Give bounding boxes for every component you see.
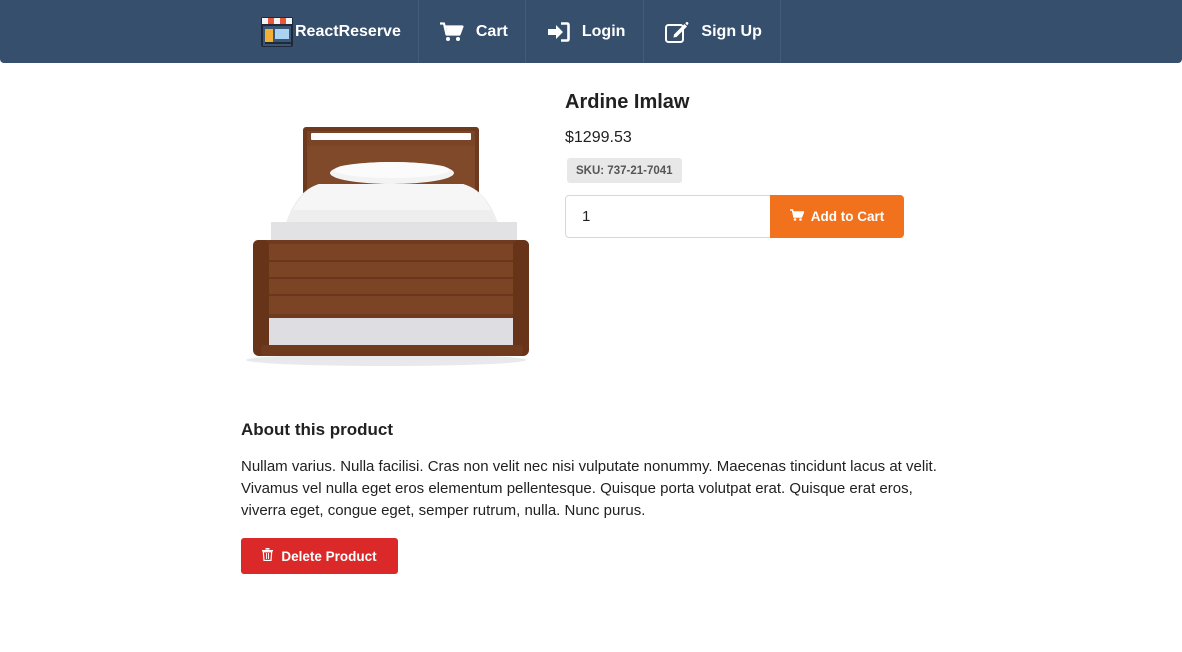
- nav-item-signup[interactable]: Sign Up: [644, 0, 781, 63]
- nav-item-signup-label: Sign Up: [701, 22, 762, 40]
- product-title: Ardine Imlaw: [565, 91, 690, 113]
- edit-icon: [665, 21, 689, 43]
- delete-product-label: Delete Product: [281, 548, 377, 564]
- delete-product-button[interactable]: Delete Product: [241, 538, 398, 574]
- add-to-cart-button[interactable]: Add to Cart: [770, 195, 904, 238]
- nav-item-cart[interactable]: Cart: [419, 0, 526, 63]
- storefront-logo-icon: [260, 16, 294, 48]
- trash-icon: [262, 548, 274, 564]
- sign-in-icon: [547, 21, 570, 42]
- navbar: ReactReserve Cart Login Sign Up: [0, 0, 1182, 63]
- product-image: [241, 110, 541, 393]
- product-price: $1299.53: [565, 129, 632, 146]
- about-heading: About this product: [241, 420, 394, 439]
- nav-item-login-label: Login: [581, 22, 626, 40]
- add-to-cart-label: Add to Cart: [810, 209, 885, 224]
- sku-badge: SKU: 737-21-7041: [567, 158, 682, 183]
- cart-plus-icon: [789, 209, 805, 224]
- brand-label: ReactReserve: [295, 22, 401, 40]
- quantity-input[interactable]: [565, 195, 771, 238]
- nav-item-login[interactable]: Login: [526, 0, 645, 63]
- nav-menu: ReactReserve Cart Login Sign Up: [241, 0, 781, 63]
- nav-item-cart-label: Cart: [475, 22, 508, 40]
- shopping-cart-icon: [439, 21, 464, 42]
- product-description: Nullam varius. Nulla facilisi. Cras non …: [241, 458, 937, 519]
- brand-link[interactable]: ReactReserve: [241, 0, 419, 63]
